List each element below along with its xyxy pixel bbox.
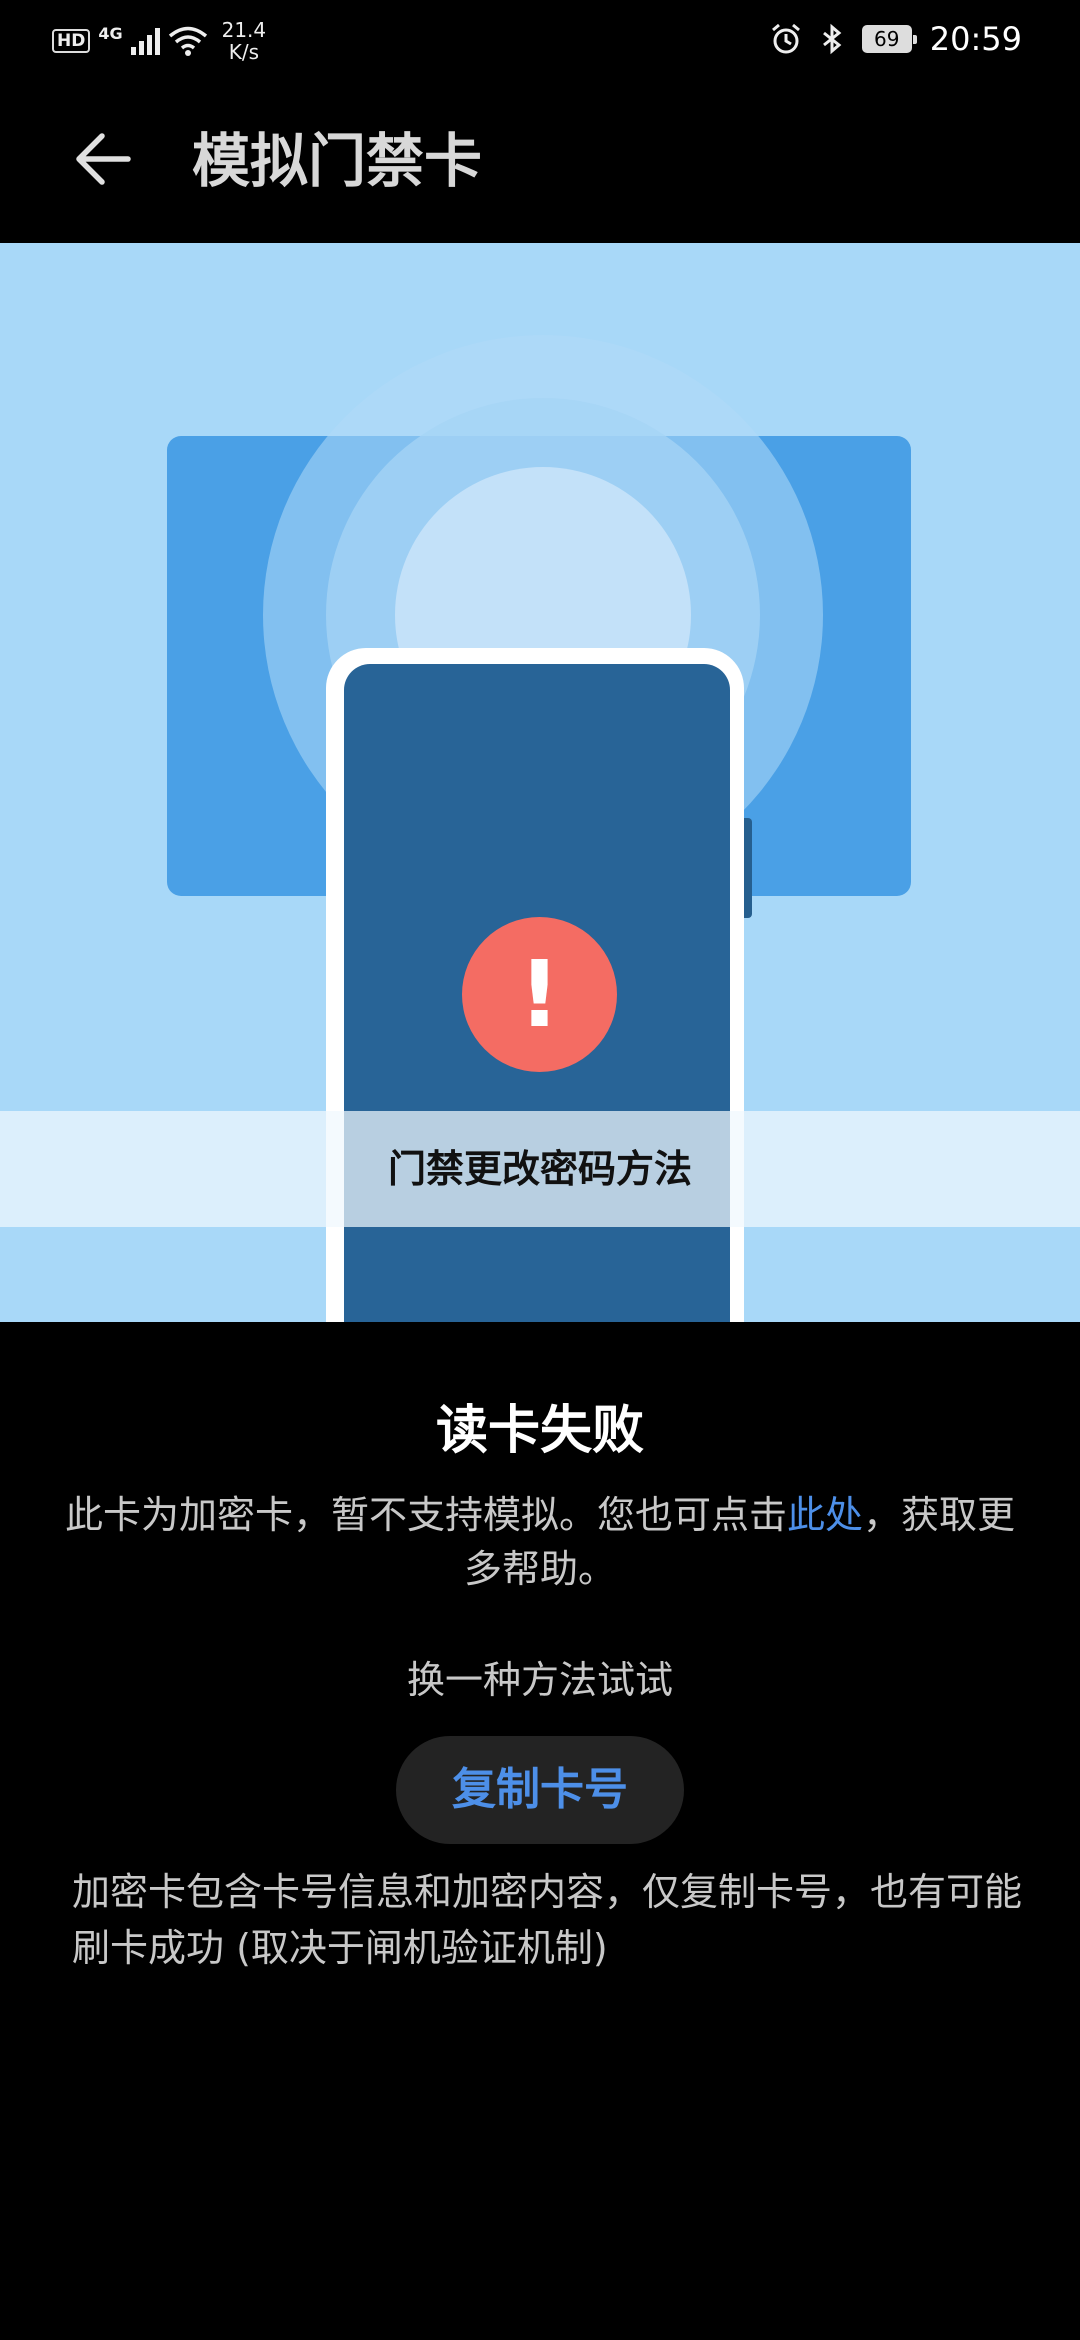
clock: 20:59: [929, 20, 1022, 58]
status-right: 69 20:59: [770, 16, 1022, 62]
desc-text-before: 此卡为加密卡，暂不支持模拟。您也可点击: [64, 1493, 787, 1537]
speed-value: 21.4: [221, 18, 267, 42]
card-reader-illustration: ! 门禁更改密码方法: [0, 243, 1080, 1322]
alternative-hint: 换一种方法试试: [406, 1658, 673, 1702]
bluetooth-icon: [822, 23, 842, 55]
watermark-text: 门禁更改密码方法: [387, 1147, 692, 1191]
speed-unit: K/s: [228, 40, 260, 64]
battery-level: 69: [874, 27, 900, 51]
copy-card-number-button[interactable]: 复制卡号: [396, 1736, 684, 1844]
alert-icon: !: [462, 917, 617, 1072]
hd-badge: HD: [52, 29, 91, 53]
battery-icon: 69: [861, 25, 917, 53]
status-left: HD 4G 21.4 K/s: [52, 16, 266, 66]
network-speed: 21.4 K/s: [222, 19, 267, 63]
status-bar: HD 4G 21.4 K/s 69 20:59: [0, 0, 1080, 80]
exclamation-mark: !: [518, 940, 561, 1048]
signal-icon: [130, 27, 160, 55]
read-fail-title: 读卡失败: [435, 1401, 644, 1461]
help-link[interactable]: 此处: [787, 1493, 863, 1537]
network-type: 4G: [98, 23, 123, 43]
alarm-icon: [771, 23, 800, 54]
encryption-note: 加密卡包含卡号信息和加密内容，仅复制卡号，也有可能刷卡成功 (取决于闸机验证机制…: [72, 1870, 1023, 1970]
arrow-left-icon[interactable]: [70, 124, 140, 194]
fail-description: 此卡为加密卡，暂不支持模拟。您也可点击此处，获取更多帮助。: [60, 1488, 1020, 1596]
wifi-icon: [168, 26, 207, 56]
app-header: 模拟门禁卡: [0, 80, 1080, 243]
page-title: 模拟门禁卡: [192, 127, 483, 195]
